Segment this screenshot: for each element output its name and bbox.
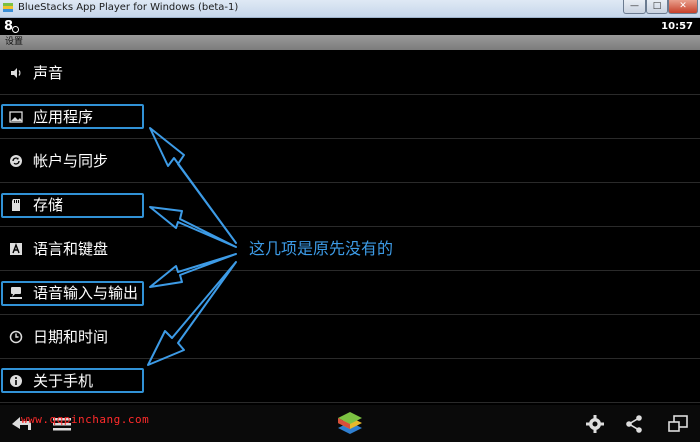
window-switch-icon [668, 415, 688, 432]
share-button[interactable] [622, 409, 646, 439]
bluestacks-home-button[interactable] [334, 409, 366, 439]
bluestacks-logo-icon [338, 412, 362, 434]
arrow-to-voice-io [149, 253, 237, 288]
annotation-text: 这几项是原先没有的 [249, 239, 394, 258]
share-icon [626, 415, 642, 433]
annotation-arrows [147, 127, 237, 366]
settings-button[interactable] [583, 409, 607, 439]
window-switch-button[interactable] [664, 409, 692, 439]
settings-gear-icon [586, 415, 604, 433]
watermark-text: www.qqpinchang.com [21, 413, 150, 426]
